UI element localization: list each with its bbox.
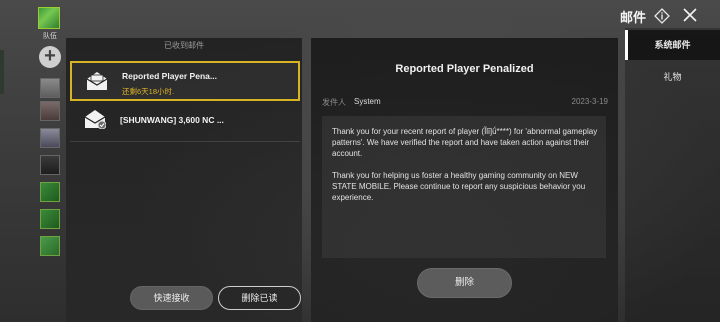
delete-mail-button[interactable]: 删除 bbox=[417, 268, 512, 298]
add-member-button[interactable]: + bbox=[39, 46, 61, 68]
tab-gifts[interactable]: 礼物 bbox=[625, 62, 720, 92]
sidebar-edge-tab[interactable] bbox=[0, 50, 4, 94]
party-member-avatar[interactable] bbox=[40, 78, 60, 98]
list-divider bbox=[70, 141, 300, 142]
party-member-avatar[interactable] bbox=[40, 128, 60, 148]
info-icon[interactable] bbox=[654, 8, 670, 24]
mail-date: 2023-3-19 bbox=[571, 97, 608, 106]
read-envelope-icon bbox=[84, 110, 106, 129]
team-icon[interactable] bbox=[38, 7, 60, 29]
party-member-avatar[interactable] bbox=[40, 182, 60, 202]
quick-receive-button[interactable]: 快速接收 bbox=[130, 286, 213, 310]
sender-label: 发件人 bbox=[322, 98, 346, 107]
team-label: 队伍 bbox=[43, 33, 57, 40]
party-member-avatar[interactable] bbox=[40, 155, 60, 175]
mail-list-item[interactable]: [SHUNWANG] 3,600 NC ... bbox=[70, 101, 300, 141]
mail-list-title: 已收到邮件 bbox=[164, 41, 204, 50]
delete-read-button[interactable]: 删除已读 bbox=[218, 286, 301, 310]
party-sidebar: 队伍 + bbox=[0, 0, 66, 322]
tab-system-mail[interactable]: 系统邮件 bbox=[625, 30, 720, 60]
mail-subject: Reported Player Pena... bbox=[122, 71, 217, 81]
mail-list-item[interactable]: Reported Player Pena... 还剩6天18小时. bbox=[70, 61, 300, 101]
mail-body-paragraph: Thank you for your recent report of play… bbox=[332, 127, 598, 158]
open-envelope-icon bbox=[86, 72, 108, 90]
party-member-avatar[interactable] bbox=[40, 236, 60, 256]
mail-detail-title: Reported Player Penalized bbox=[395, 63, 534, 75]
mail-body-paragraph: Thank you for helping us foster a health… bbox=[332, 171, 586, 202]
party-member-avatar[interactable] bbox=[40, 209, 60, 229]
mail-expire-time: 还剩6天18小时. bbox=[122, 87, 175, 96]
page-title: 邮件 bbox=[620, 10, 647, 25]
mail-subject: [SHUNWANG] 3,600 NC ... bbox=[120, 115, 224, 125]
sender-name: System bbox=[354, 97, 381, 106]
mail-body: Thank you for your recent report of play… bbox=[332, 126, 598, 214]
party-member-avatar[interactable] bbox=[40, 101, 60, 121]
close-icon[interactable] bbox=[682, 7, 698, 23]
